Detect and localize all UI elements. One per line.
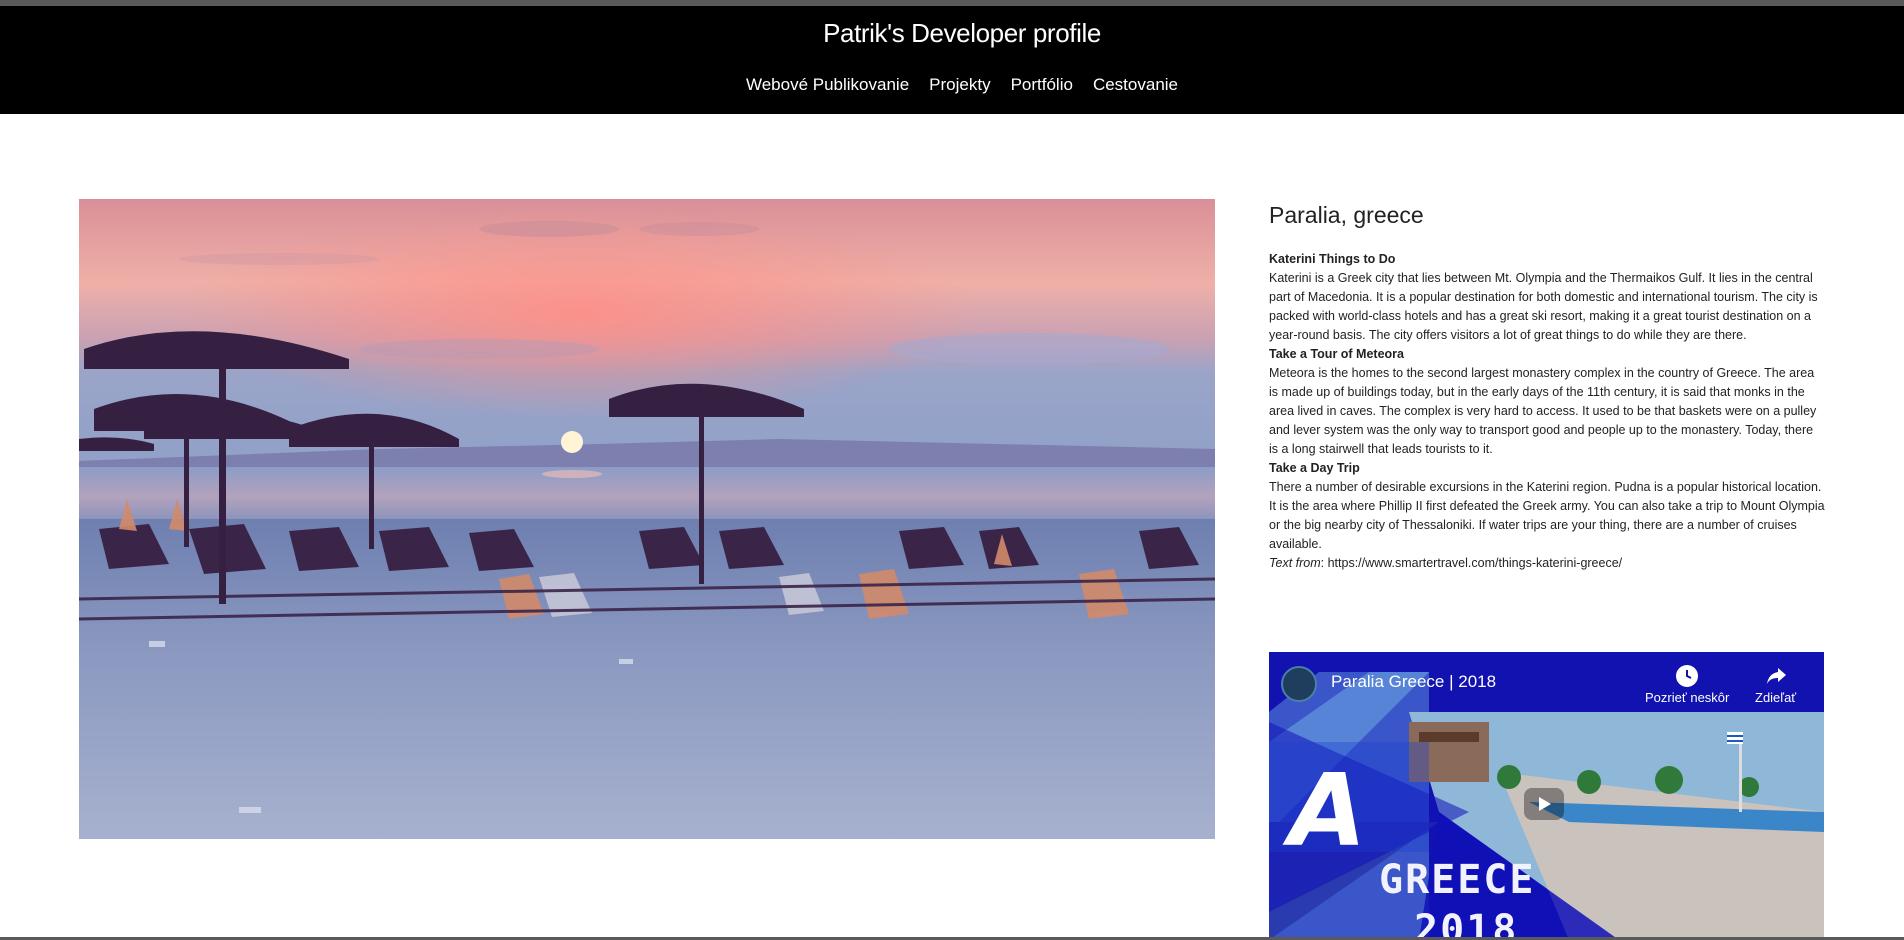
destination-title: Paralia, greece [1269,202,1424,228]
source-label: Text from [1269,556,1321,570]
section-heading-meteora: Take a Tour of Meteora [1269,347,1404,361]
section-text-katerini: Katerini is a Greek city that lies betwe… [1269,271,1818,342]
main-nav: Webové Publikovanie Projekty Portfólio C… [0,75,1904,95]
nav-link-portfolio[interactable]: Portfólio [1011,75,1073,95]
source-separator: : [1320,556,1328,570]
nav-link-webove-publikovanie[interactable]: Webové Publikovanie [746,75,909,95]
thumbnail-text-line1: GREECE [1379,857,1536,903]
destination-article: Paralia, greece Katerini Things to Do Ka… [1269,199,1825,573]
share-button[interactable]: Zdieľať [1755,664,1796,705]
clock-icon [1645,664,1729,690]
section-text-meteora: Meteora is the homes to the second large… [1269,366,1817,456]
site-header: Patrik's Developer profile Webové Publik… [0,6,1904,114]
thumbnail-text-line2: 2018 [1414,907,1519,940]
section-heading-day-trip: Take a Day Trip [1269,461,1360,475]
share-arrow-icon [1755,664,1796,690]
play-button[interactable] [1524,788,1564,820]
nav-link-cestovanie[interactable]: Cestovanie [1093,75,1178,95]
source-url: https://www.smartertravel.com/things-kat… [1327,556,1623,570]
article-body: Katerini Things to Do Katerini is a Gree… [1269,250,1825,573]
section-heading-katerini: Katerini Things to Do [1269,252,1396,266]
section-text-day-trip: There a number of desirable excursions i… [1269,480,1825,551]
channel-avatar[interactable] [1281,666,1317,702]
thumbnail-letter: A [1289,752,1367,869]
site-title: Patrik's Developer profile [823,18,1101,48]
watch-later-label: Pozrieť neskôr [1645,690,1730,705]
youtube-embed[interactable]: A GREECE 2018 Paralia Greece | 2018 Pozr… [1269,652,1824,940]
share-label: Zdieľať [1755,690,1797,705]
nav-link-projekty[interactable]: Projekty [929,75,990,95]
beach-sunset-photo [79,199,1215,839]
watch-later-button[interactable]: Pozrieť neskôr [1645,664,1729,705]
source-line: Text from: https://www.smartertravel.com… [1269,554,1825,573]
video-title[interactable]: Paralia Greece | 2018 [1331,672,1496,692]
